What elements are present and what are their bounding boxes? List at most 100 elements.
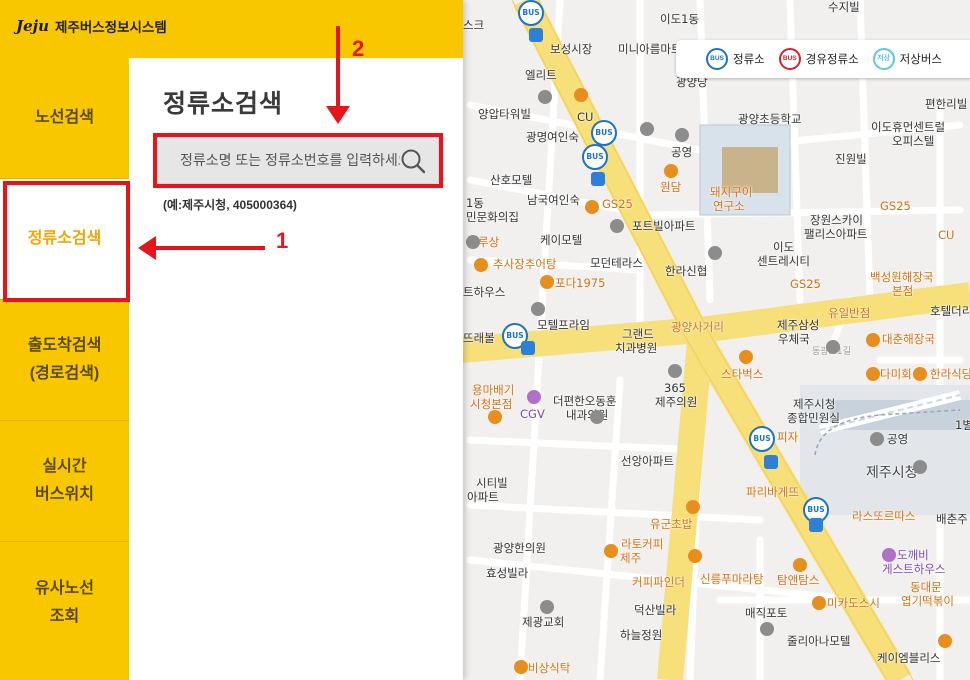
annotation-number-1: 1 [276,228,289,253]
map-label: 스크 [463,18,485,32]
map-label: 365 [664,381,686,395]
map-label: 산호모텔 [490,173,533,187]
highlight-box-nav [3,181,130,302]
app-header: Jeju 제주버스정보시스템 [0,0,463,58]
lowfloor-bus-icon: 저상 [872,48,895,70]
map-label: 제주 [620,551,642,565]
poi-icon [585,200,599,214]
map-label: 미니아름마트 [618,42,682,56]
bus-stop-icon[interactable]: BUS [591,120,617,146]
poi-icon [466,235,480,249]
map-label: CGV [520,407,545,421]
nav-realtime-bus-location[interactable]: 실시간 버스위치 [0,421,129,542]
bus-stop-icon[interactable]: BUS [749,426,775,452]
map-label: 라토커피 [621,537,664,551]
map-label: 한라신협 [665,264,708,278]
map-label: 오피스텔 [892,134,935,148]
map-label: 대춘해장국 [882,332,935,346]
legend-lowfloor-label: 저상버스 [899,54,942,66]
map-label: 공영 [887,432,909,446]
legend-stop-label: 정류소 [733,54,765,66]
map-label: 게스트하우스 [882,562,946,576]
map-label: 1별 [955,418,970,432]
map-label: 스타벅스 [721,367,764,381]
page-title: 정류소검색 [163,90,284,118]
poi-icon [739,350,753,364]
map-label: 선앙아파트 [621,454,674,468]
map-label: 광양한의원 [493,541,546,555]
map-label: 아파트 [467,490,499,504]
map-legend: BUS 정류소 BUS 경유정류소 저상 저상버스 [676,40,970,78]
map-label: 엘리트 [525,68,557,82]
map-label: 덕산빌라 [634,603,677,617]
map-label: 민문화의집 [466,210,519,224]
poi-icon [675,128,689,142]
map-label: 모텔프라임 [537,318,590,332]
bus-stop-icon: BUS [706,48,728,70]
map-label: 이도휴먼센트럴 [871,120,946,134]
map-label: 더편한오동훈 [553,394,617,408]
map-label: 탐앤탐스 [777,573,820,587]
map-label: 트하우스 [463,285,506,299]
poi-icon [531,302,545,316]
poi-icon [913,367,927,381]
side-nav: 노선검색 정류소검색 출도착검색 (경로검색) 실시간 버스위치 유사노선 조회 [0,58,129,680]
poi-icon [708,246,722,260]
map-label: 비상식탁 [528,661,571,675]
bus-stop-marker [764,455,778,469]
map-label: 포트빌아파트 [632,219,696,233]
nav-label: 출도착검색 [27,337,102,354]
map-label: 제주의원 [655,395,698,409]
map-label: 수지빌 [828,0,860,14]
via-stop-icon: BUS [778,48,801,70]
map-label: 케이모텔 [540,233,583,247]
poi-icon [590,410,604,424]
map-label: 1동 [466,196,484,210]
map-label: 시티빌 [476,476,508,490]
legend-via-stop: BUS 경유정류소 [778,48,859,70]
highlight-box-search [153,133,443,188]
map-label: 커피파인더 [632,575,685,589]
bus-stop-marker [529,28,543,42]
bus-stop-icon[interactable]: BUS [518,0,544,26]
nav-route-search[interactable]: 노선검색 [0,58,129,179]
map-label: 피자 [777,430,799,444]
poi-icon [686,500,700,514]
map-label: 공영 [671,145,693,159]
map-label: 유군초밥 [650,517,693,531]
map-label: 포다1975 [555,276,606,290]
nav-similar-routes[interactable]: 유사노선 조회 [0,542,129,663]
map-label: 배춘주 [936,512,968,526]
map-label: 이도 [773,240,795,254]
nav-label: 유사노선 [35,579,94,597]
poi-icon [668,364,682,378]
legend-stop: BUS 정류소 [706,48,765,70]
map-label: 보성시장 [550,42,593,56]
poi-icon [540,600,554,614]
side-panel: Jeju 제주버스정보시스템 노선검색 정류소검색 출도착검색 (경로검색) 실… [0,0,463,680]
poi-icon [474,258,488,272]
map-label: 추사장추어탕 [493,257,557,271]
poi-icon [882,548,896,562]
app-logo[interactable]: Jeju 제주버스정보시스템 [16,16,167,36]
map-label: GS25 [880,199,911,213]
map-label: 매직포토 [745,606,788,620]
map-label: 그랜드 [622,327,654,341]
map-label: 미카도스시 [827,596,880,610]
map-label: 치과병원 [615,341,658,355]
map-label: 제주시청 [793,397,836,411]
map-label: 루상 [478,235,500,249]
map-label: 양압타워빌 [478,107,531,121]
nav-departure-arrival-search[interactable]: 출도착검색 (경로검색) [0,300,129,421]
poi-icon [514,660,528,674]
bus-stop-icon[interactable]: BUS [582,144,608,170]
poi-icon [688,549,702,563]
map-label: 시청본점 [470,397,513,411]
map-label: 제주삼성 [777,318,820,332]
bus-stop-marker [521,341,535,355]
map-label: 동대문 [910,580,942,594]
map-label: 연구소 [713,199,745,213]
map-label: 신릉푸마라탕 [700,572,764,586]
map-label: 종합민원실 [787,411,840,425]
map-label: 돼지구이 [710,185,753,199]
